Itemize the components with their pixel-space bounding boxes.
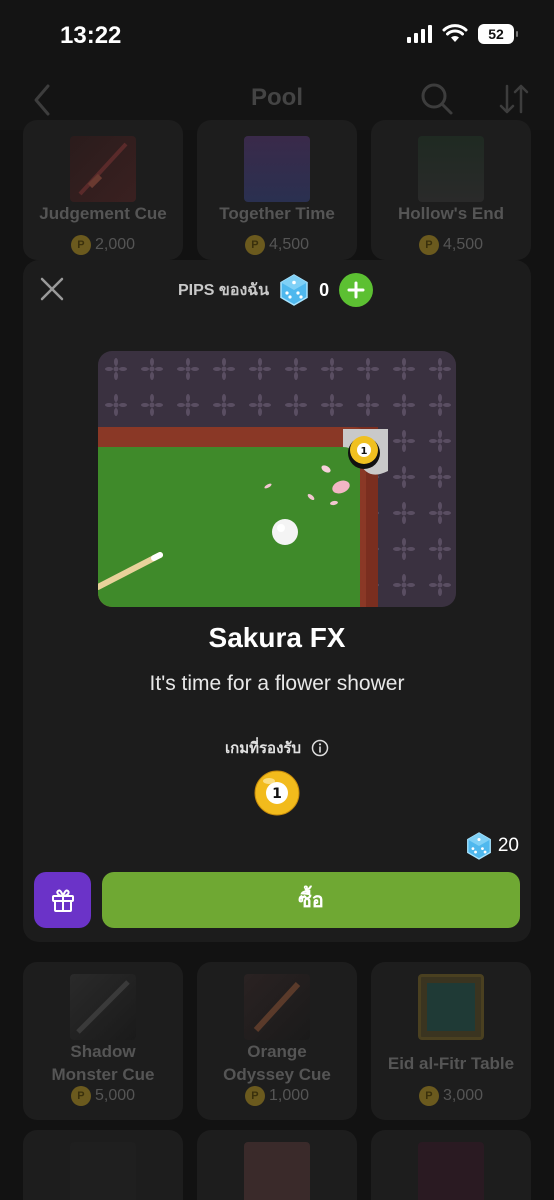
item-thumbnail [70, 1142, 136, 1200]
battery-icon: 52 [478, 24, 518, 44]
pips-label: PIPS ของฉัน [178, 281, 270, 299]
dice-gem-icon [466, 832, 491, 860]
status-time: 13:22 [60, 22, 122, 49]
cost-value: 20 [497, 835, 519, 856]
dice-gem-icon [280, 274, 308, 306]
coin-icon: P [418, 1086, 439, 1106]
item-thumbnail [418, 1142, 484, 1200]
item-card[interactable]: Hollow's End P 4,500 [371, 120, 531, 260]
buy-button[interactable]: ซื้อ [102, 872, 520, 928]
item-thumbnail [244, 136, 310, 202]
item-name: Orange Odyssey Cue [223, 1042, 331, 1084]
item-thumbnail [418, 974, 484, 1040]
wifi-icon [442, 24, 468, 42]
pool-ball-icon: 1 [254, 770, 300, 816]
item-price: P 4,500 [371, 235, 531, 255]
item-cost: 20 [466, 832, 519, 860]
coin-icon: P [244, 1086, 265, 1106]
item-name: Eid al-Fitr Table [387, 1054, 515, 1073]
item-card[interactable] [197, 1130, 357, 1200]
status-icons: 52 [407, 24, 518, 44]
item-price: P 1,000 [197, 1086, 357, 1106]
item-name: Shadow Monster Cue [51, 1042, 155, 1084]
page-title: Pool [251, 84, 303, 111]
item-card[interactable]: Together Time P 4,500 [197, 120, 357, 260]
pips-count: 0 [319, 279, 330, 300]
close-icon[interactable] [37, 274, 67, 304]
item-thumbnail [70, 974, 136, 1040]
plus-icon [347, 281, 365, 299]
item-card[interactable]: Shadow Monster Cue P 5,000 [23, 962, 183, 1120]
item-price: P 5,000 [23, 1086, 183, 1106]
item-card[interactable] [371, 1130, 531, 1200]
item-name: Together Time [219, 204, 335, 223]
item-detail-sheet: PIPS ของฉัน 0 1 Sakura FX It's time for … [23, 260, 531, 942]
item-price: P 4,500 [197, 235, 357, 255]
status-bar: 13:22 52 [0, 0, 554, 72]
cellular-signal-icon [407, 25, 432, 43]
coin-icon: P [70, 235, 91, 255]
item-name: Judgement Cue [39, 204, 167, 223]
item-title: Sakura FX [208, 622, 346, 653]
preview-ball-number: 1 [361, 446, 368, 457]
coin-icon: P [418, 235, 439, 255]
item-card[interactable]: Orange Odyssey Cue P 1,000 [197, 962, 357, 1120]
item-card[interactable] [23, 1130, 183, 1200]
item-thumbnail [70, 136, 136, 202]
coin-icon: P [244, 235, 265, 255]
item-thumbnail [244, 974, 310, 1040]
coin-icon: P [70, 1086, 91, 1106]
game-ball-number: 1 [272, 786, 282, 802]
item-price: P 2,000 [23, 235, 183, 255]
search-icon[interactable] [420, 82, 454, 116]
item-thumbnail [244, 1142, 310, 1200]
pips-balance: PIPS ของฉัน 0 [178, 272, 374, 308]
item-preview-image: 1 [98, 351, 456, 607]
item-card[interactable]: Judgement Cue P 2,000 [23, 120, 183, 260]
item-name: Hollow's End [397, 204, 505, 223]
supported-games: เกมที่รองรับ [23, 736, 531, 760]
item-description: It's time for a flower shower [149, 672, 405, 695]
item-price: P 3,000 [371, 1086, 531, 1106]
supported-games-label: เกมที่รองรับ [225, 740, 301, 757]
gift-icon [51, 889, 74, 912]
gift-button[interactable] [34, 872, 91, 928]
item-thumbnail [418, 136, 484, 202]
info-icon[interactable] [311, 739, 329, 757]
item-card[interactable]: Eid al-Fitr Table P 3,000 [371, 962, 531, 1120]
add-pips-button[interactable] [339, 273, 374, 307]
sort-icon[interactable] [498, 82, 530, 116]
